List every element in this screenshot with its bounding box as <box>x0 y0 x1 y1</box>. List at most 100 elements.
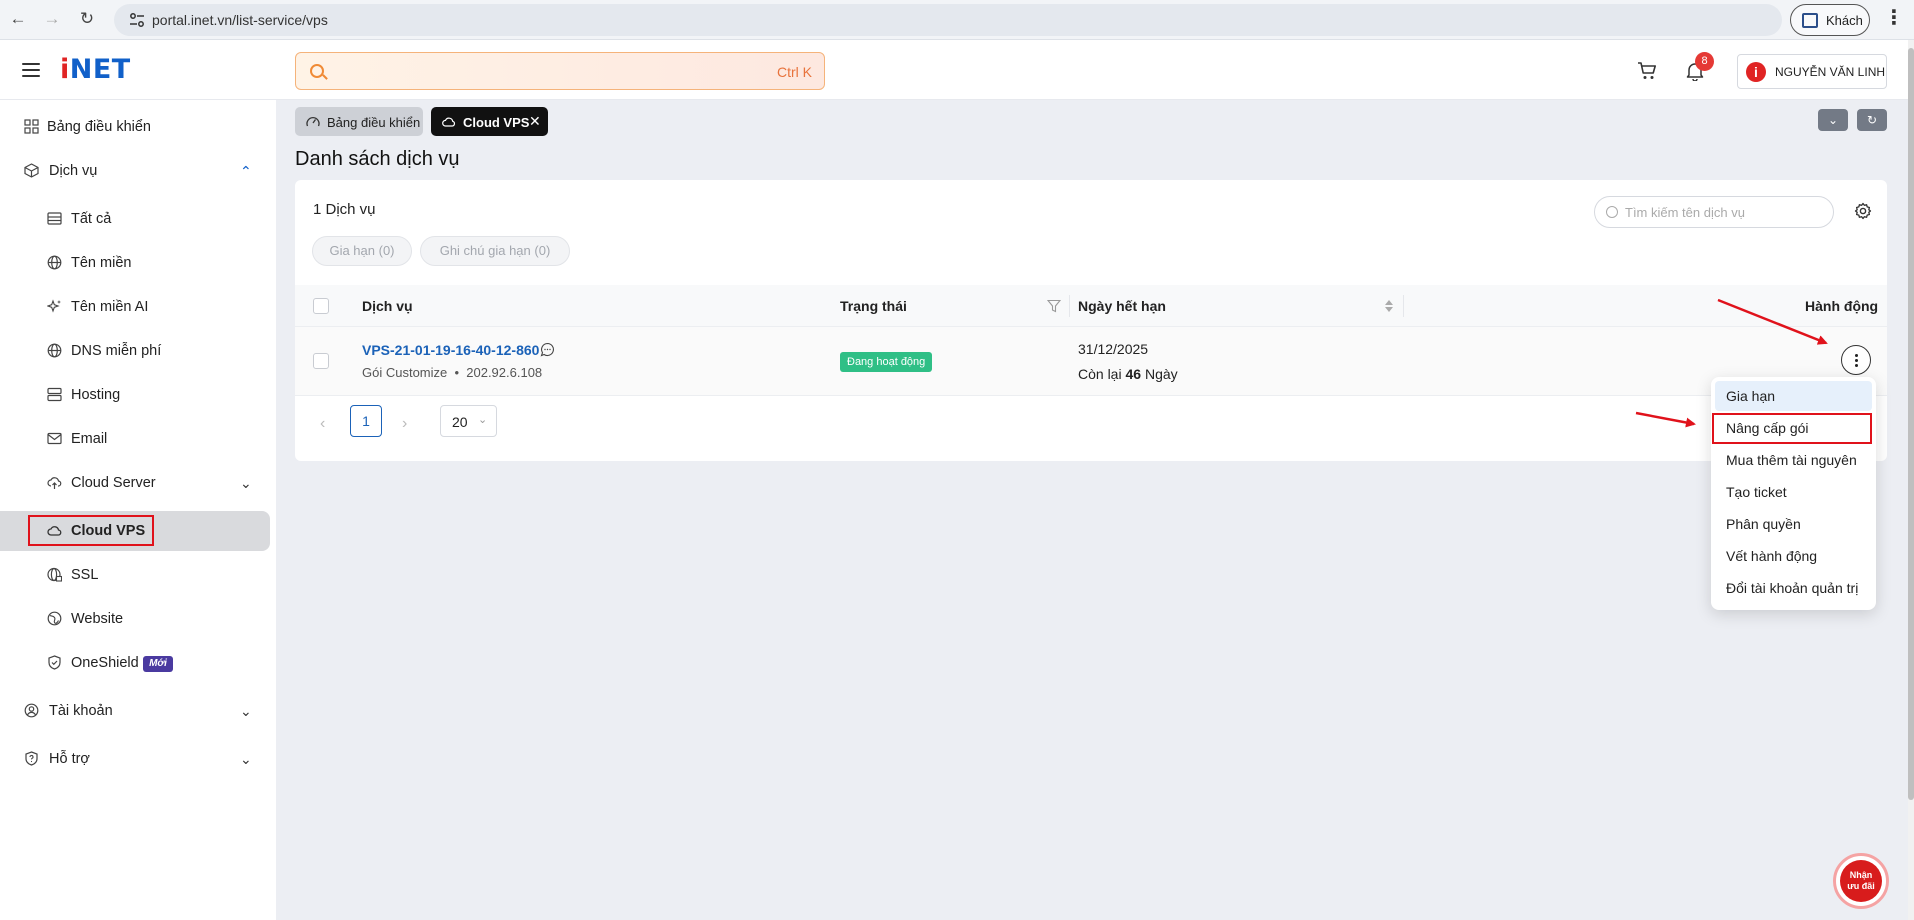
url-text[interactable]: portal.inet.vn/list-service/vps <box>152 12 328 28</box>
menu-item-permissions[interactable]: Phân quyền <box>1715 509 1872 539</box>
sidebar-item-cloud-server[interactable]: Cloud Server ⌄ <box>0 463 276 503</box>
user-name: NGUYỄN VĂN LINH <box>1775 65 1886 79</box>
sidebar-item-label: Hosting <box>71 387 121 403</box>
sparkle-icon <box>47 299 61 313</box>
service-ip: 202.92.6.108 <box>466 365 543 380</box>
search-icon <box>310 64 324 78</box>
renew-note-filter-chip[interactable]: Ghi chú gia hạn (0) <box>420 236 570 266</box>
tab-cloud-vps[interactable]: Cloud VPS ✕ <box>431 107 548 136</box>
browser-menu-icon[interactable]: ⋮ <box>1884 8 1904 28</box>
menu-item-buy-resources[interactable]: Mua thêm tài nguyên <box>1715 445 1872 475</box>
comment-icon[interactable] <box>540 342 555 357</box>
profile-icon <box>1802 13 1818 28</box>
chevron-up-icon: ⌃ <box>240 163 252 179</box>
sidebar-item-hosting[interactable]: Hosting <box>0 375 276 415</box>
menu-item-label: Gia hạn <box>1726 388 1776 404</box>
user-avatar: i <box>1746 62 1766 82</box>
address-bar[interactable]: portal.inet.vn/list-service/vps <box>114 4 1782 36</box>
expiry-date: 31/12/2025 <box>1078 341 1149 357</box>
sidebar-item-services[interactable]: Dịch vụ ⌃ <box>0 151 276 191</box>
scrollbar-thumb[interactable] <box>1908 48 1914 800</box>
sidebar-item-dashboard[interactable]: Bảng điều khiển <box>0 107 276 147</box>
user-menu-button[interactable]: i NGUYỄN VĂN LINH <box>1737 54 1887 89</box>
service-package: Gói Customize <box>362 365 448 380</box>
refresh-button[interactable]: ↻ <box>1857 109 1887 131</box>
tab-label: Bảng điều khiển <box>327 115 421 130</box>
highlight-box-upgrade <box>1712 413 1872 444</box>
globe-icon <box>47 343 62 358</box>
menu-item-label: Mua thêm tài nguyên <box>1726 452 1857 468</box>
sidebar-item-support[interactable]: Hỗ trợ ⌄ <box>0 739 276 779</box>
sidebar-item-label: DNS miễn phí <box>71 343 162 359</box>
hamburger-menu-icon[interactable] <box>22 63 40 77</box>
sidebar-item-label: Tên miền <box>71 255 132 271</box>
filter-icon[interactable] <box>1047 299 1061 313</box>
sidebar-item-all[interactable]: Tất cả <box>0 199 276 239</box>
tab-dashboard[interactable]: Bảng điều khiển <box>295 107 423 136</box>
notification-count-badge: 8 <box>1695 52 1714 71</box>
back-arrow-icon[interactable]: ← <box>8 9 28 29</box>
sidebar-item-oneshield[interactable]: OneShield <box>0 643 276 683</box>
service-name-link[interactable]: VPS-21-01-19-16-40-12-860 <box>362 342 539 358</box>
sidebar-item-free-dns[interactable]: DNS miễn phí <box>0 331 276 371</box>
menu-item-label: Vết hành động <box>1726 548 1818 564</box>
sidebar-item-ssl[interactable]: SSL <box>0 555 276 595</box>
reload-icon[interactable]: ↻ <box>77 9 97 29</box>
close-icon[interactable]: ✕ <box>529 113 541 130</box>
column-divider <box>1403 295 1404 317</box>
sort-icon[interactable] <box>1384 298 1394 314</box>
column-header-expiry: Ngày hết hạn <box>1078 298 1166 314</box>
renew-filter-chip[interactable]: Gia hạn (0) <box>312 236 412 266</box>
chevron-down-icon: ⌄ <box>1827 113 1839 127</box>
more-dot <box>1855 354 1858 357</box>
menu-item-renew[interactable]: Gia hạn <box>1715 381 1872 411</box>
forward-arrow-icon[interactable]: → <box>42 9 62 29</box>
sidebar-item-domain[interactable]: Tên miền <box>0 243 276 283</box>
page-title: Danh sách dịch vụ <box>295 148 460 170</box>
profile-button[interactable]: Khách <box>1790 4 1870 36</box>
service-subtitle: Gói Customize • 202.92.6.108 <box>362 365 542 380</box>
tabs-dropdown-button[interactable]: ⌄ <box>1818 109 1848 131</box>
global-search-input[interactable]: Ctrl K <box>295 52 825 90</box>
page-number-current[interactable]: 1 <box>350 405 382 437</box>
sidebar-item-label: Bảng điều khiển <box>47 119 151 135</box>
site-settings-icon[interactable] <box>128 11 146 29</box>
sidebar-item-label: Tất cả <box>71 211 112 227</box>
sidebar-item-account[interactable]: Tài khoản ⌄ <box>0 691 276 731</box>
globe-lock-icon <box>47 567 62 582</box>
globe-icon <box>47 255 62 270</box>
table-row: VPS-21-01-19-16-40-12-860 Gói Customize … <box>295 327 1887 396</box>
mail-icon <box>47 432 62 445</box>
sidebar-item-website[interactable]: Website <box>0 599 276 639</box>
menu-item-change-admin[interactable]: Đổi tài khoản quản trị <box>1715 573 1872 603</box>
page-scrollbar[interactable] <box>1908 40 1914 920</box>
menu-item-activity-log[interactable]: Vết hành động <box>1715 541 1872 571</box>
promo-button[interactable]: Nhận ưu đãi <box>1833 853 1889 909</box>
menu-item-create-ticket[interactable]: Tạo ticket <box>1715 477 1872 507</box>
inet-logo[interactable]: iNET <box>60 54 131 85</box>
speedometer-icon <box>306 116 320 127</box>
gear-icon[interactable] <box>1854 202 1872 220</box>
row-checkbox[interactable] <box>313 353 329 369</box>
page-size-select[interactable]: 20 ⌄ <box>440 405 497 437</box>
remaining-days: 46 <box>1125 366 1142 382</box>
remaining-days-text: Còn lại 46 Ngày <box>1078 366 1178 382</box>
promo-line-1: Nhận <box>1849 870 1873 880</box>
prev-page-icon[interactable]: ‹ <box>320 415 325 433</box>
select-all-checkbox[interactable] <box>313 298 329 314</box>
help-shield-icon <box>25 751 38 766</box>
row-actions-button[interactable] <box>1841 345 1871 375</box>
highlight-box-cloud-vps <box>28 515 154 546</box>
tab-label: Cloud VPS <box>463 115 530 130</box>
sidebar-item-domain-ai[interactable]: Tên miền AI <box>0 287 276 327</box>
app-header: iNET Ctrl K 8 i NGUYỄN VĂN LINH <box>0 40 1908 100</box>
cart-icon[interactable] <box>1637 62 1657 80</box>
more-dot <box>1855 364 1858 367</box>
new-badge: Mới <box>143 656 173 672</box>
more-dot <box>1855 359 1858 362</box>
sidebar-item-email[interactable]: Email <box>0 419 276 459</box>
next-page-icon[interactable]: › <box>402 415 407 433</box>
dashboard-grid-icon <box>24 119 39 134</box>
service-search-input[interactable]: Tìm kiếm tên dịch vụ <box>1594 196 1834 228</box>
sidebar-item-label: Hỗ trợ <box>49 751 90 767</box>
